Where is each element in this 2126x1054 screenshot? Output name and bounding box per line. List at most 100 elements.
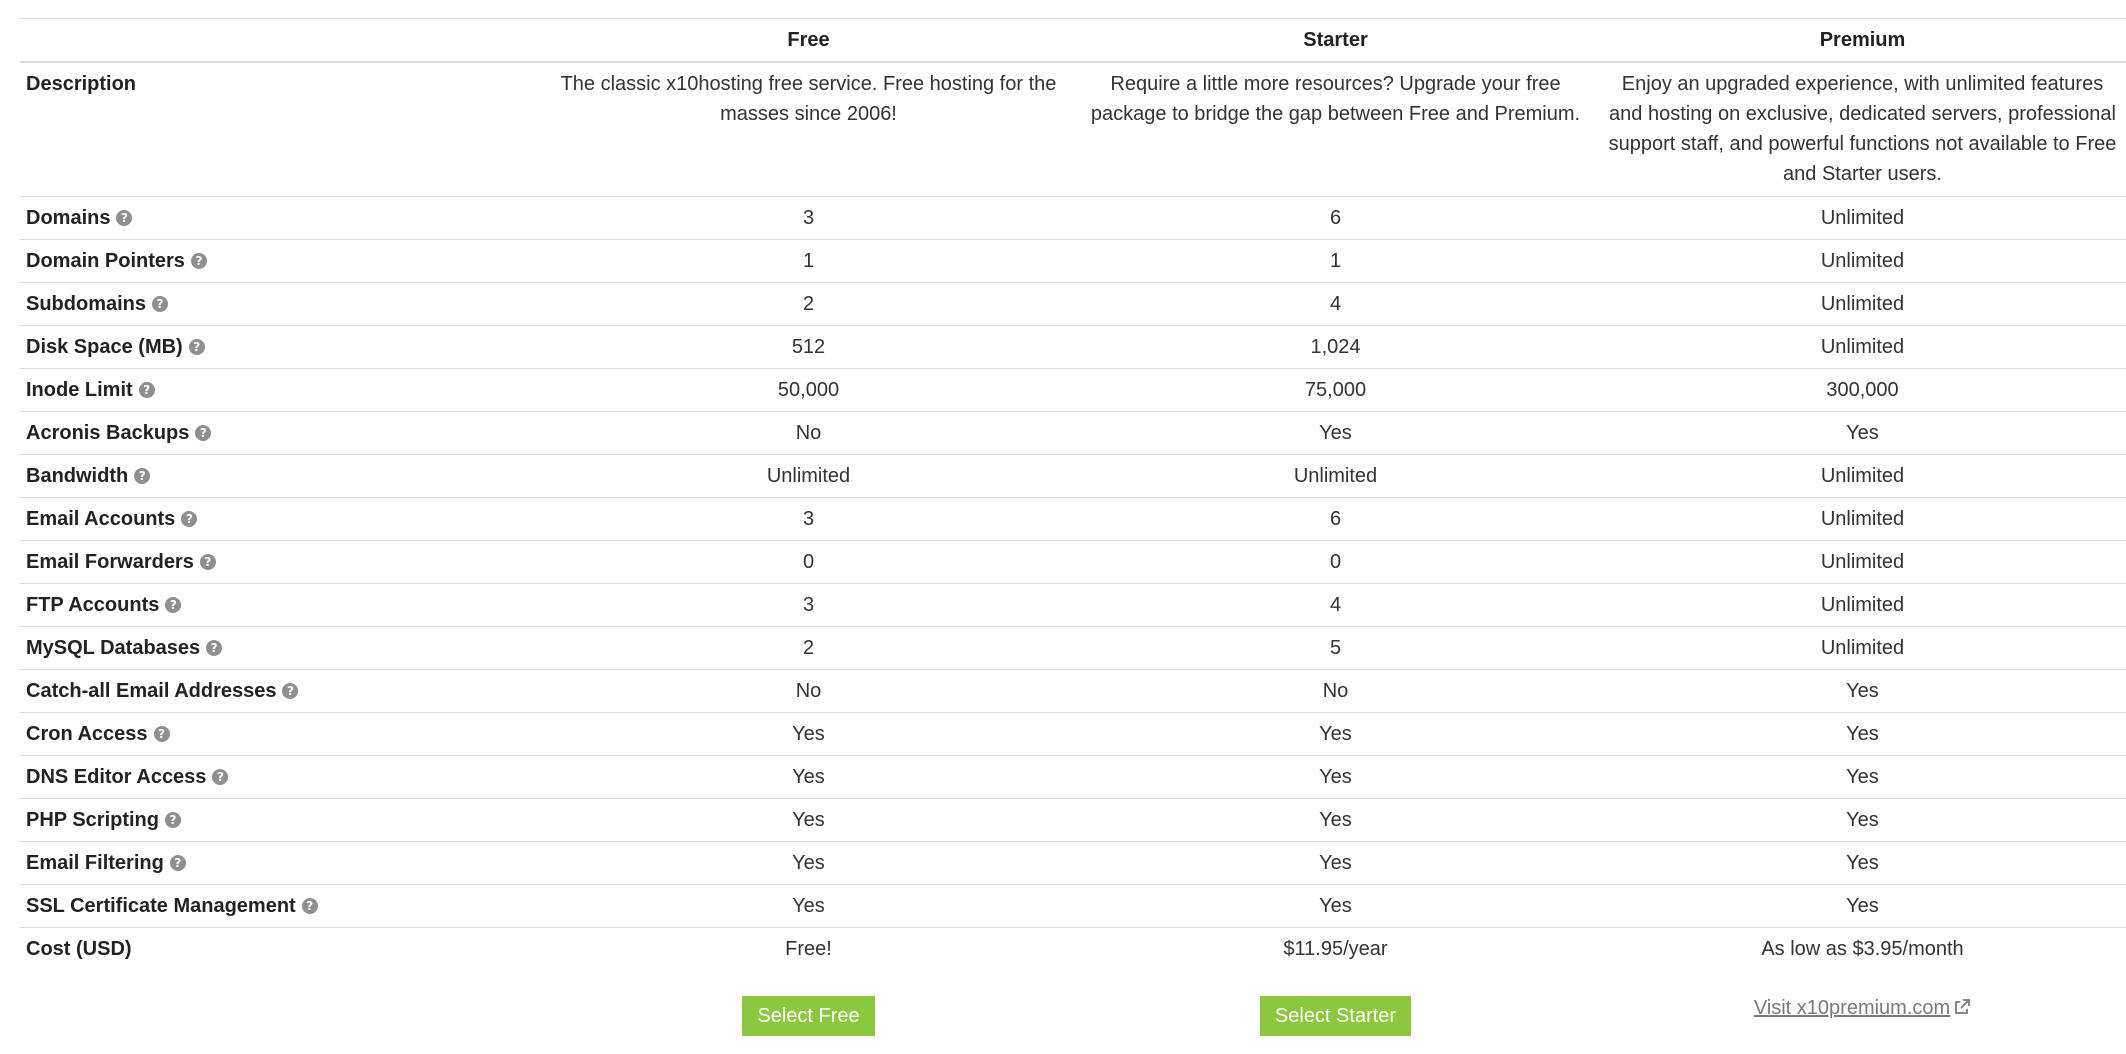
feature-value-premium: Yes xyxy=(1599,755,2126,799)
feature-value-starter: Yes xyxy=(1072,712,1599,756)
select-free-button[interactable]: Select Free xyxy=(742,995,875,1036)
feature-value-starter: Yes xyxy=(1072,755,1599,799)
feature-value-premium: Yes xyxy=(1599,841,2126,885)
feature-value-free: 3 xyxy=(545,196,1072,240)
feature-label: PHP Scripting xyxy=(26,808,159,831)
header-premium: Premium xyxy=(1599,18,2126,63)
feature-label: FTP Accounts xyxy=(26,593,160,616)
feature-value-premium: Unlimited xyxy=(1599,497,2126,541)
feature-label: Cron Access xyxy=(26,722,148,745)
header-starter: Starter xyxy=(1072,18,1599,63)
feature-value-free: 512 xyxy=(545,325,1072,369)
help-icon[interactable]: ? xyxy=(301,897,318,914)
feature-value-premium: Yes xyxy=(1599,884,2126,928)
cost-row: Cost (USD) Free! $11.95/year As low as $… xyxy=(20,927,2126,970)
feature-label: Email Forwarders xyxy=(26,550,194,573)
feature-value-free: Yes xyxy=(545,841,1072,885)
feature-label: SSL Certificate Management xyxy=(26,894,296,917)
feature-label-cell: Catch-all Email Addresses? xyxy=(20,669,545,713)
feature-label-cell: Inode Limit? xyxy=(20,368,545,412)
feature-value-premium: Yes xyxy=(1599,798,2126,842)
help-icon[interactable]: ? xyxy=(165,811,181,828)
table-header-row: Free Starter Premium xyxy=(20,18,2126,63)
cost-starter: $11.95/year xyxy=(1283,937,1388,960)
select-starter-button[interactable]: Select Starter xyxy=(1259,995,1412,1036)
feature-value-free: 1 xyxy=(545,239,1072,283)
feature-label-cell: Domain Pointers? xyxy=(20,239,545,283)
feature-row: Subdomains? 2 4 Unlimited xyxy=(20,282,2126,326)
actions-row: Select Free Select Starter Visit x10prem… xyxy=(20,970,2126,1054)
feature-row: Domain Pointers? 1 1 Unlimited xyxy=(20,239,2126,283)
feature-value-premium: Unlimited xyxy=(1599,282,2126,326)
feature-row: Email Filtering? Yes Yes Yes xyxy=(20,841,2126,885)
actions-starter-cell: Select Starter xyxy=(1072,970,1599,1054)
visit-x10premium-link[interactable]: Visit x10premium.com xyxy=(1754,997,1971,1019)
feature-value-starter: 5 xyxy=(1072,626,1599,670)
feature-value-free: No xyxy=(545,411,1072,455)
actions-free-cell: Select Free xyxy=(545,970,1072,1054)
header-label-cell xyxy=(20,18,545,63)
feature-label-cell: Cron Access? xyxy=(20,712,545,756)
feature-label: Domain Pointers xyxy=(26,249,185,272)
feature-row: Catch-all Email Addresses? No No Yes xyxy=(20,669,2126,713)
help-icon[interactable]: ? xyxy=(181,510,198,527)
feature-value-starter: No xyxy=(1072,669,1599,713)
feature-value-premium: Yes xyxy=(1599,712,2126,756)
help-icon[interactable]: ? xyxy=(282,682,299,699)
external-link-icon xyxy=(1953,993,1971,1023)
help-icon[interactable]: ? xyxy=(188,338,205,355)
feature-row: PHP Scripting? Yes Yes Yes xyxy=(20,798,2126,842)
header-free: Free xyxy=(545,18,1072,63)
help-icon[interactable]: ? xyxy=(212,768,229,785)
feature-value-premium: Unlimited xyxy=(1599,325,2126,369)
feature-row: DNS Editor Access? Yes Yes Yes xyxy=(20,755,2126,799)
help-icon[interactable]: ? xyxy=(134,467,151,484)
help-icon[interactable]: ? xyxy=(169,854,186,871)
help-icon[interactable]: ? xyxy=(153,725,170,742)
feature-value-starter: Unlimited xyxy=(1072,454,1599,498)
help-icon[interactable]: ? xyxy=(195,424,212,441)
feature-label-cell: Bandwidth? xyxy=(20,454,545,498)
cost-free: Free! xyxy=(785,937,832,960)
feature-value-starter: 75,000 xyxy=(1072,368,1599,412)
actions-empty-cell xyxy=(20,970,545,1054)
feature-label: Subdomains xyxy=(26,292,147,315)
feature-value-free: Yes xyxy=(545,712,1072,756)
help-icon[interactable]: ? xyxy=(138,381,155,398)
help-icon[interactable]: ? xyxy=(116,209,133,226)
feature-value-starter: 0 xyxy=(1072,540,1599,584)
feature-row: MySQL Databases? 2 5 Unlimited xyxy=(20,626,2126,670)
feature-value-starter: Yes xyxy=(1072,841,1599,885)
feature-value-starter: 6 xyxy=(1072,196,1599,240)
description-label: Description xyxy=(20,62,545,197)
feature-value-free: No xyxy=(545,669,1072,713)
feature-label-cell: Subdomains? xyxy=(20,282,545,326)
feature-value-premium: Unlimited xyxy=(1599,196,2126,240)
feature-value-free: 3 xyxy=(545,497,1072,541)
help-icon[interactable]: ? xyxy=(190,252,207,269)
feature-label: MySQL Databases xyxy=(26,636,201,659)
feature-value-starter: Yes xyxy=(1072,798,1599,842)
feature-label: Email Accounts xyxy=(26,507,176,530)
help-icon[interactable]: ? xyxy=(152,295,169,312)
feature-value-free: 2 xyxy=(545,626,1072,670)
actions-premium-cell: Visit x10premium.com xyxy=(1599,970,2126,1054)
feature-value-premium: Unlimited xyxy=(1599,540,2126,584)
feature-value-premium: 300,000 xyxy=(1599,368,2126,412)
feature-value-free: 3 xyxy=(545,583,1072,627)
help-icon[interactable]: ? xyxy=(165,596,182,613)
feature-value-free: 0 xyxy=(545,540,1072,584)
feature-value-starter: 6 xyxy=(1072,497,1599,541)
feature-value-premium: Yes xyxy=(1599,669,2126,713)
feature-label: Acronis Backups xyxy=(26,421,190,444)
feature-value-premium: Unlimited xyxy=(1599,626,2126,670)
help-icon[interactable]: ? xyxy=(199,553,216,570)
description-starter: Require a little more resources? Upgrade… xyxy=(1072,62,1599,197)
feature-label-cell: FTP Accounts? xyxy=(20,583,545,627)
plan-comparison-table: Free Starter Premium Description The cla… xyxy=(20,18,2126,1054)
feature-label-cell: Email Filtering? xyxy=(20,841,545,885)
help-icon[interactable]: ? xyxy=(206,639,223,656)
feature-value-free: Unlimited xyxy=(545,454,1072,498)
feature-label-cell: Acronis Backups? xyxy=(20,411,545,455)
description-premium: Enjoy an upgraded experience, with unlim… xyxy=(1599,62,2126,197)
